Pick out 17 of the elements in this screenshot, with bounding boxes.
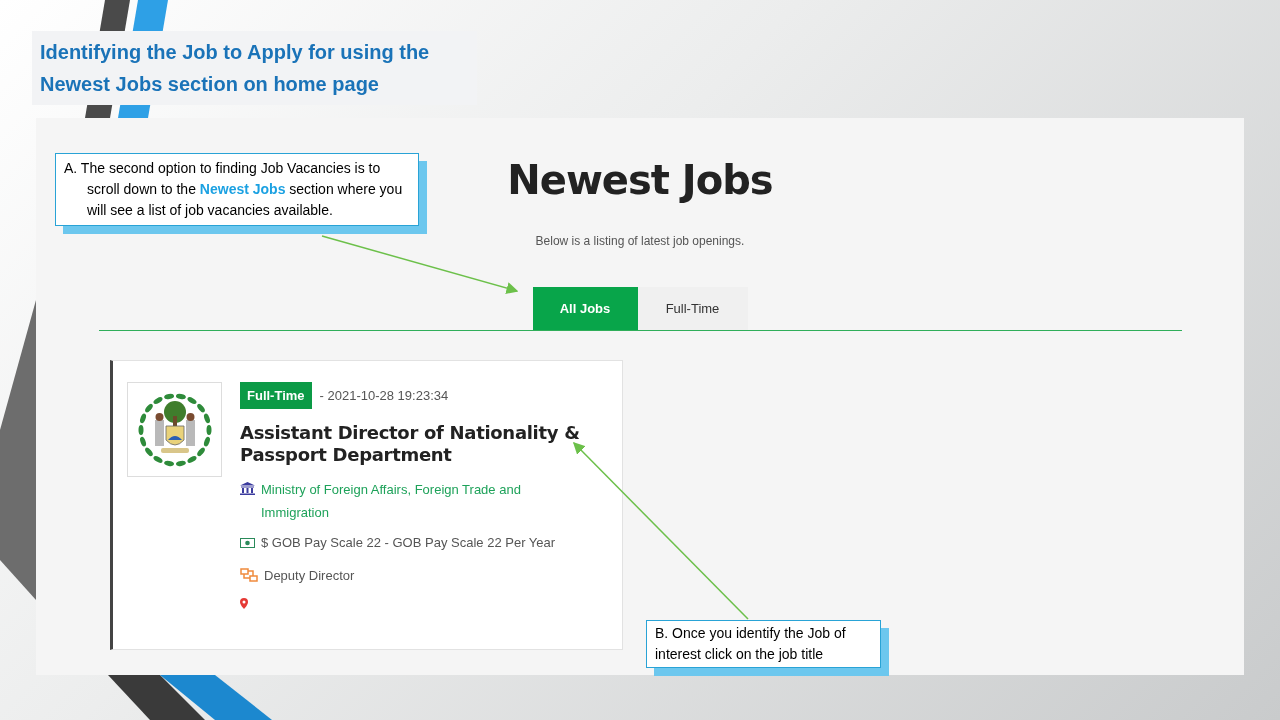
section-subtitle: Below is a listing of latest job openings. (535, 233, 745, 250)
slide-title: Identifying the Job to Apply for using the (40, 40, 431, 65)
callout-note: A. The second option to finding Job Vacancies is to scroll down to the Newest Jobs section where you will see a list of job vacancies available. (55, 153, 419, 226)
section-heading: Newest Jobs (507, 156, 773, 205)
position-icon (240, 568, 258, 583)
cash-icon (240, 537, 255, 548)
salary-text: $ GOB Pay Scale 22 - GOB Pay Scale 22 Per Year (261, 534, 556, 552)
position-text: Deputy Director (264, 566, 355, 585)
building-icon (240, 482, 255, 495)
job-type-badge: Full-Time (240, 382, 312, 409)
ministry-name: Ministry of Foreign Affairs, Foreign Trade and Immigration (261, 481, 522, 522)
posted-date: - 2021-10-28 19:23:34 (319, 386, 449, 405)
filter-tab[interactable]: Full-Time (637, 287, 748, 330)
callout-note: B. Once you identify the Job of interest click on the job title (646, 620, 881, 668)
location-pin-icon (240, 598, 248, 609)
slide-title: Newest Jobs section on home page (40, 72, 380, 97)
job-title-link[interactable]: Assistant Director of Nationality & Passport Department (240, 422, 610, 466)
